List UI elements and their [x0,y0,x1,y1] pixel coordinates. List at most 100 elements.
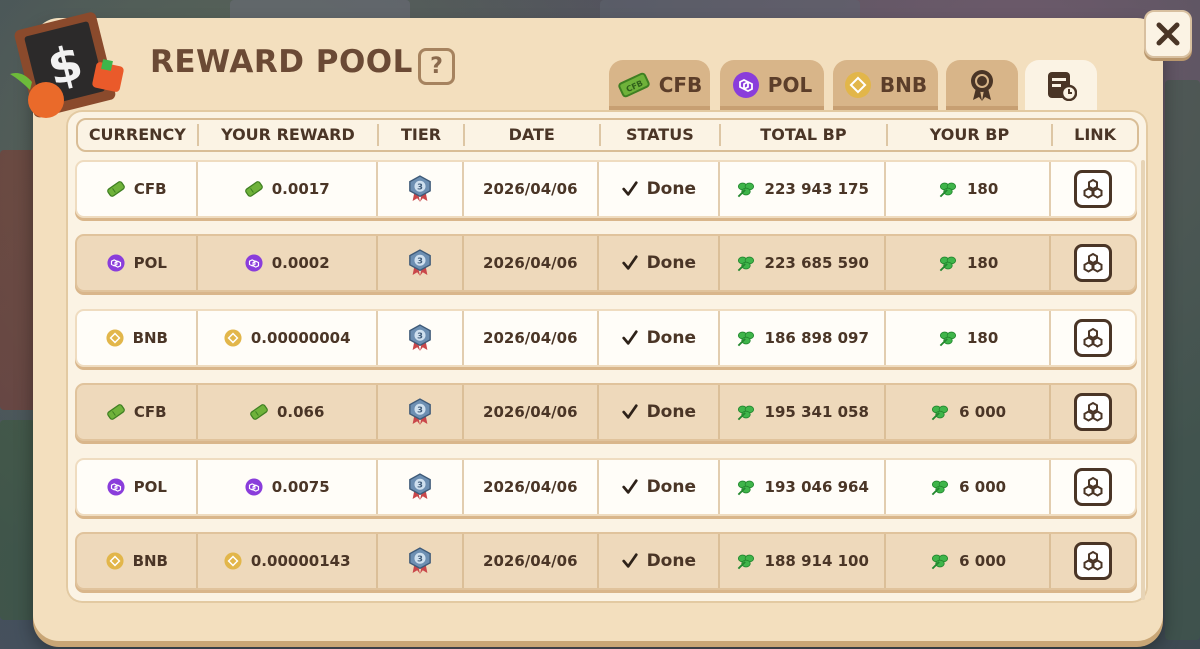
your-bp-cell: 180 [886,236,1052,290]
reward-value: 0.066 [276,403,325,421]
currency-label: POL [133,254,167,272]
table-header: CURRENCY YOUR REWARD TIER DATE STATUS TO… [76,118,1139,152]
pol-coin-icon [244,478,264,496]
checkmark-icon [621,403,639,421]
blockchain-link-icon [1081,549,1105,573]
pol-coin-icon [106,478,126,496]
tab-history[interactable] [1025,60,1097,110]
column-header-total-bp: TOTAL BP [721,124,888,146]
column-header-status: STATUS [601,124,722,146]
history-icon [1048,72,1077,101]
transaction-link-button[interactable] [1074,393,1113,431]
currency-cell: CFB [77,162,198,216]
tab-pol[interactable]: POL [720,60,824,110]
award-badge-icon [971,70,993,101]
reward-cell: 0.066 [198,385,378,439]
transaction-link-button[interactable] [1074,542,1113,580]
bp-clover-icon [937,328,959,348]
total-bp-value: 223 943 175 [764,180,869,198]
currency-cell: BNB [77,534,198,588]
transaction-link-button[interactable] [1074,170,1113,208]
tab-label: POL [767,73,813,97]
cfb-ticket-icon: CFB [618,72,650,98]
date-cell: 2026/04/06 [464,162,600,216]
currency-cell: POL [77,460,198,514]
bp-clover-icon [929,402,951,422]
total-bp-cell: 223 685 590 [720,236,886,290]
status-cell: Done [599,162,720,216]
status-cell: Done [599,311,720,365]
blockchain-link-icon [1081,475,1105,499]
tab-bnb[interactable]: BNB [833,60,938,110]
tab-awards[interactable] [946,60,1018,110]
background-block [1165,80,1200,640]
reward-cell: 0.0002 [198,236,378,290]
your-bp-cell: 6 000 [886,460,1052,514]
total-bp-value: 193 046 964 [764,478,869,496]
checkmark-icon [621,254,639,272]
pol-coin-icon [106,254,126,272]
total-bp-value: 188 914 100 [764,552,869,570]
cfb-coin-icon [106,180,126,198]
reward-cell: 0.00000143 [198,534,378,588]
your-bp-cell: 6 000 [886,385,1052,439]
reward-value: 0.0017 [271,180,330,198]
date-value: 2026/04/06 [483,552,578,570]
table-row: BNB 0.00000143 2026/04/06 Done 188 914 1… [75,532,1137,590]
table-row: CFB 0.066 2026/04/06 Done 195 341 058 6 … [75,383,1137,441]
your-bp-cell: 6 000 [886,534,1052,588]
currency-cell: POL [77,236,198,290]
your-bp-value: 180 [966,329,999,347]
column-header-currency: CURRENCY [78,124,199,146]
bp-clover-icon [937,253,959,273]
link-cell [1051,162,1135,216]
bp-clover-icon [735,179,757,199]
table-row: CFB 0.0017 2026/04/06 Done 223 943 175 1… [75,160,1137,218]
help-button[interactable]: ? [418,48,455,85]
tab-cfb[interactable]: CFB CFB [609,60,710,110]
tier-cell [378,236,464,290]
status-value: Done [646,551,696,571]
checkmark-icon [621,552,639,570]
tier-cell [378,385,464,439]
status-value: Done [646,253,696,273]
tier-badge-icon [408,324,432,352]
status-value: Done [646,179,696,199]
currency-label: POL [133,478,167,496]
cfb-coin-icon [106,403,126,421]
total-bp-cell: 186 898 097 [720,311,886,365]
your-bp-cell: 180 [886,162,1052,216]
total-bp-cell: 195 341 058 [720,385,886,439]
date-value: 2026/04/06 [483,403,578,421]
scrollbar[interactable] [1141,160,1145,600]
your-bp-value: 6 000 [959,552,1007,570]
total-bp-value: 195 341 058 [764,403,869,421]
reward-cell: 0.0017 [198,162,378,216]
checkmark-icon [621,180,639,198]
date-cell: 2026/04/06 [464,236,600,290]
total-bp-cell: 188 914 100 [720,534,886,588]
tier-badge-icon [408,473,432,501]
table-row: BNB 0.00000004 2026/04/06 Done 186 898 0… [75,309,1137,367]
bnb-coin-icon [105,329,125,347]
date-value: 2026/04/06 [483,180,578,198]
cfb-coin-icon [249,403,269,421]
transaction-link-button[interactable] [1074,468,1113,506]
bp-clover-icon [735,253,757,273]
status-cell: Done [599,460,720,514]
close-button[interactable] [1144,10,1192,58]
cfb-coin-icon [244,180,264,198]
blockchain-link-icon [1081,326,1105,350]
bp-clover-icon [937,179,959,199]
link-cell [1051,385,1135,439]
bp-clover-icon [929,477,951,497]
bp-clover-icon [735,402,757,422]
bp-clover-icon [929,551,951,571]
transaction-link-button[interactable] [1074,244,1113,282]
your-bp-value: 180 [966,180,999,198]
column-header-link: LINK [1074,125,1117,144]
link-cell [1051,534,1135,588]
blockchain-link-icon [1081,251,1105,275]
transaction-link-button[interactable] [1074,319,1113,357]
reward-value: 0.00000004 [250,329,351,347]
